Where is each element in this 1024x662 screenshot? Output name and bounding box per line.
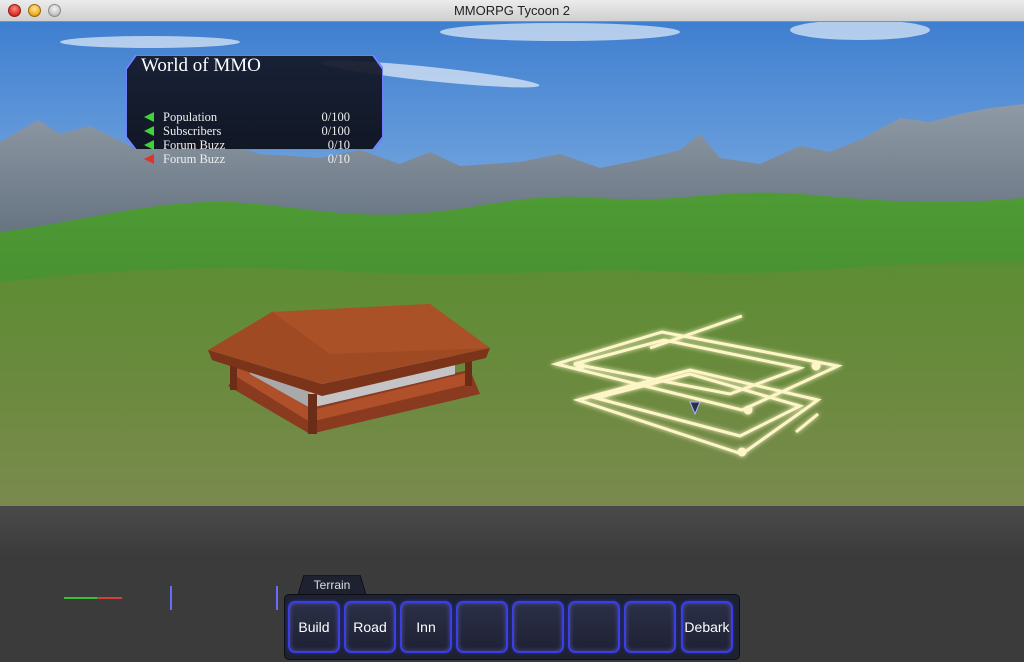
red-left-arrow-icon xyxy=(144,154,154,164)
stat-label: Forum Buzz xyxy=(163,152,226,166)
empty-slot-7[interactable] xyxy=(624,601,676,653)
empty-slot-6[interactable] xyxy=(568,601,620,653)
window-title: MMORPG Tycoon 2 xyxy=(453,3,571,18)
build-toolbar: Build Road Inn Debark xyxy=(284,594,740,660)
stat-value: 0/10 xyxy=(327,152,350,166)
mmo-name: World of MMO xyxy=(141,55,261,76)
stat-row-subscribers: Subscribers 0/100 xyxy=(144,125,362,138)
green-left-arrow-icon xyxy=(144,126,154,136)
stat-value: 0/100 xyxy=(321,124,350,138)
tab-terrain-label: Terrain xyxy=(313,578,351,592)
stat-row-forum-buzz: Forum Buzz 0/10 xyxy=(144,139,362,152)
meter-green-segment xyxy=(64,597,97,599)
ground-plain xyxy=(0,261,1024,506)
stat-value: 0/10 xyxy=(327,138,350,152)
slider-marker-left[interactable] xyxy=(170,586,172,610)
debark-button[interactable]: Debark xyxy=(681,601,733,653)
build-button[interactable]: Build xyxy=(288,601,340,653)
bottom-control-bar: Terrain Build Road Inn Debark xyxy=(0,506,1024,662)
stat-label: Subscribers xyxy=(163,124,222,138)
road-button[interactable]: Road xyxy=(344,601,396,653)
green-left-arrow-icon xyxy=(144,112,154,122)
meter-red-segment xyxy=(97,597,122,599)
empty-slot-5[interactable] xyxy=(512,601,564,653)
stat-row-population: Population 0/100 xyxy=(144,111,362,124)
green-left-arrow-icon xyxy=(144,140,154,150)
slider-marker-right[interactable] xyxy=(276,586,278,610)
stat-value: 0/100 xyxy=(321,110,350,124)
stat-row-forum-buzz-2: Forum Buzz 0/10 xyxy=(144,153,362,166)
empty-slot-4[interactable] xyxy=(456,601,508,653)
tab-terrain[interactable]: Terrain xyxy=(298,575,366,595)
window-titlebar: MMORPG Tycoon 2 xyxy=(0,0,1024,22)
stat-label: Forum Buzz xyxy=(163,138,226,152)
mmo-stats-panel: World of MMO Population 0/100 Subscriber… xyxy=(126,55,383,166)
inn-button[interactable]: Inn xyxy=(400,601,452,653)
game-viewport[interactable]: World of MMO Population 0/100 Subscriber… xyxy=(0,22,1024,506)
bar-shade xyxy=(0,506,1024,556)
stat-label: Population xyxy=(163,110,218,124)
